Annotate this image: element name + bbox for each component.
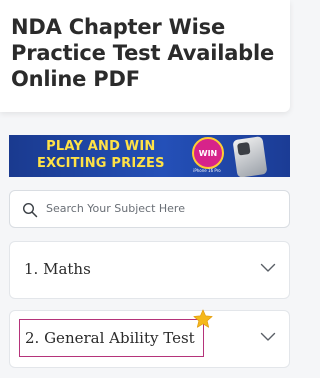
camera-lens-icon [237,142,251,156]
chevron-down-icon[interactable] [260,332,276,342]
phone-image-icon [232,136,268,177]
promo-banner[interactable]: PLAY AND WIN EXCITING PRIZES WIN iPhone … [9,135,290,177]
search-icon [22,202,38,218]
win-badge-icon: WIN [192,137,224,169]
banner-line-2: EXCITING PRIZES [37,156,165,171]
accordion-item-general-ability[interactable]: 2. General Ability Test [9,309,290,368]
subject-search[interactable]: Search Your Subject Here [9,190,290,228]
page-title: NDA Chapter Wise Practice Test Available… [11,15,275,91]
accordion-item-maths[interactable]: 1. Maths [9,241,290,299]
banner-line-1: PLAY AND WIN [46,139,156,154]
accordion-label: 2. General Ability Test [25,329,195,347]
chevron-down-icon[interactable] [260,263,276,273]
banner-headline: PLAY AND WIN EXCITING PRIZES [37,138,165,172]
phone-label: iPhone 16 Pro [193,168,221,173]
search-input-placeholder[interactable]: Search Your Subject Here [46,202,185,215]
accordion-label: 1. Maths [24,260,91,278]
page-header: NDA Chapter Wise Practice Test Available… [0,0,290,112]
star-icon [193,309,213,328]
